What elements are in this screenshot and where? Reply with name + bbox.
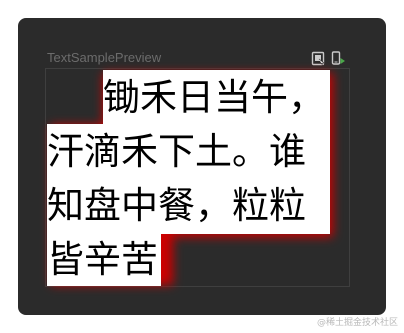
watermark: @稀土掘金技术社区 — [316, 318, 398, 328]
deploy-preview-icon[interactable] — [331, 51, 346, 66]
poem-line-1: 锄禾日当午， — [103, 76, 325, 119]
interactive-mode-icon[interactable] — [311, 51, 326, 66]
poem-line-3: 知盘中餐，粒粒 — [47, 184, 306, 227]
poem-line-2: 汗滴禾下土。谁 — [47, 130, 306, 173]
poem-line-4: 皆辛苦 — [47, 238, 158, 281]
text-sample: 锄禾日当午， 汗滴禾下土。谁 知盘中餐，粒粒 皆辛苦 — [47, 70, 333, 286]
preview-title: TextSamplePreview — [47, 50, 162, 65]
